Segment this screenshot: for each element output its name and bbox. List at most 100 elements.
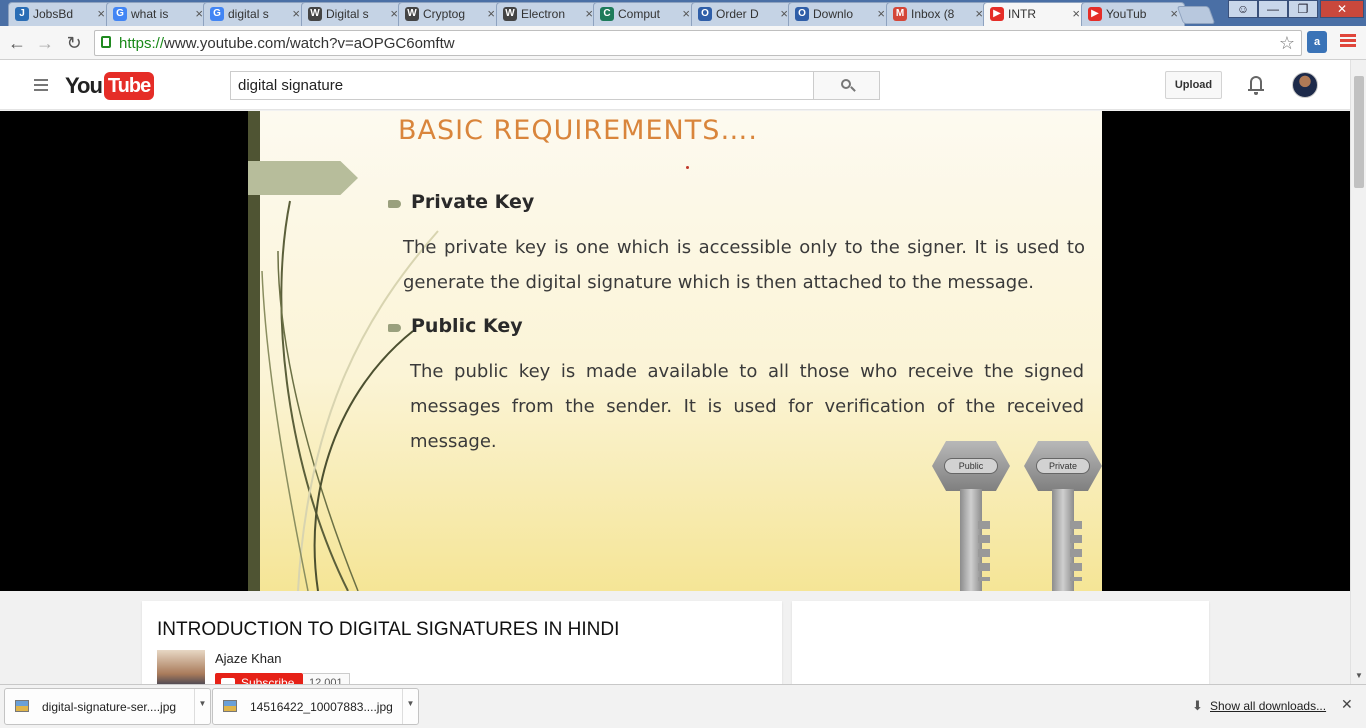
close-tab-icon[interactable]: × [975,6,983,21]
youtube-icon: ▶ [1088,7,1102,21]
browser-tab[interactable]: W Electron × [496,2,600,26]
extension-icon[interactable]: a [1307,31,1327,53]
chevron-down-icon[interactable]: ▼ [194,689,210,724]
close-tab-icon[interactable]: × [780,6,788,21]
close-tab-icon[interactable]: × [1072,6,1080,21]
classroom-icon: C [600,7,614,21]
close-tab-icon[interactable]: × [97,6,105,21]
tab-label: INTR [1008,7,1036,21]
lock-icon [101,36,111,48]
browser-toolbar: ← → ↻ https://www.youtube.com/watch?v=aO… [0,26,1366,60]
minimize-button[interactable]: — [1258,0,1288,18]
close-tab-icon[interactable]: × [487,6,495,21]
user-profile-button[interactable]: ☺ [1228,0,1258,18]
bookmark-star-icon[interactable]: ☆ [1279,33,1295,54]
video-player[interactable]: BASIC REQUIREMENTS…. Private Key The pri… [0,111,1350,591]
wikipedia-icon: W [308,7,322,21]
close-tab-icon[interactable]: × [682,6,690,21]
show-all-downloads-link[interactable]: ⬇ Show all downloads... [1190,698,1326,713]
search-input[interactable]: digital signature [230,71,814,100]
tab-label: Digital s [326,7,369,21]
browser-tab[interactable]: W Digital s × [301,2,405,26]
close-tab-icon[interactable]: × [877,6,885,21]
bullet-icon [388,324,401,332]
close-icon[interactable]: ✕ [1341,696,1353,713]
channel-name-link[interactable]: Ajaze Khan [215,651,282,666]
close-tab-icon[interactable]: × [195,6,203,21]
logo-text-tube: Tube [103,72,155,100]
download-shelf: digital-signature-ser....jpg ▼ 14516422_… [0,684,1366,728]
sidebar-card [792,601,1209,691]
otn-icon: O [698,7,712,21]
slide-arrow-flag [248,161,358,195]
forward-icon[interactable]: → [34,32,56,54]
wikipedia-icon: W [405,7,419,21]
browser-tab[interactable]: O Downlo × [788,2,892,26]
url-text: https://www.youtube.com/watch?v=aOPGC6om… [119,35,455,52]
page-scrollbar[interactable]: ▼ [1350,60,1366,684]
video-title: INTRODUCTION TO DIGITAL SIGNATURES IN HI… [157,619,620,640]
new-tab-button[interactable] [1176,6,1216,24]
wikipedia-icon: W [503,7,517,21]
video-info-card: INTRODUCTION TO DIGITAL SIGNATURES IN HI… [142,601,782,693]
close-tab-icon[interactable]: × [390,6,398,21]
browser-tab[interactable]: J JobsBd × [8,2,112,26]
download-icon: ⬇ [1192,698,1203,713]
avatar[interactable] [1292,72,1318,98]
image-file-icon [15,700,29,712]
tab-label: Downlo [813,7,854,21]
tab-label: digital s [228,7,269,21]
tab-strip: J JobsBd × Gwhat is × Gdigital s × W Digital s × W… [0,0,1366,26]
private-key-heading: Private Key [411,191,535,213]
back-icon[interactable]: ← [6,32,28,54]
chrome-menu-icon[interactable] [1340,34,1356,48]
upload-button[interactable]: Upload [1165,71,1222,99]
key-tag-public: Public [944,458,998,474]
browser-tab[interactable]: W Cryptog × [398,2,502,26]
tab-label: Electron [521,7,566,21]
private-key-text: The private key is one which is accessib… [403,237,1085,293]
download-item[interactable]: 14516422_10007883....jpg ▼ [212,688,419,725]
otn-icon: O [795,7,809,21]
tab-label: Inbox (8 [911,7,955,21]
youtube-header: You Tube digital signature Upload [0,60,1350,110]
close-tab-icon[interactable]: × [292,6,300,21]
close-window-button[interactable]: ✕ [1320,0,1364,18]
tab-label: Cryptog [423,7,466,21]
reload-icon[interactable]: ↻ [63,32,85,54]
browser-tab[interactable]: ▶ YouTub × [1081,2,1185,26]
chevron-down-icon[interactable]: ▼ [402,689,418,724]
browser-tab[interactable]: Gwhat is × [106,2,210,26]
browser-tab[interactable]: C Comput × [593,2,697,26]
public-key-illustration: Public [932,441,1010,591]
download-filename: 14516422_10007883....jpg [250,700,393,714]
search-button[interactable] [813,71,880,100]
browser-tab[interactable]: Gdigital s × [203,2,307,26]
close-tab-icon[interactable]: × [585,6,593,21]
private-key-illustration: Private [1024,441,1102,591]
youtube-icon: ▶ [990,7,1004,21]
tab-label: what is [131,7,169,21]
image-file-icon [223,700,237,712]
notifications-bell-icon[interactable] [1248,75,1264,95]
google-icon: G [210,7,224,21]
public-key-heading: Public Key [411,315,523,337]
jobsbd-icon: J [15,7,29,21]
address-bar[interactable]: https://www.youtube.com/watch?v=aOPGC6om… [94,30,1302,56]
browser-tab[interactable]: O Order D × [691,2,795,26]
slide-title: BASIC REQUIREMENTS…. [398,115,758,146]
scrollbar-thumb[interactable] [1354,76,1364,188]
download-item[interactable]: digital-signature-ser....jpg ▼ [4,688,211,725]
maximize-button[interactable]: ❐ [1288,0,1318,18]
browser-tab[interactable]: M Inbox (8 × [886,2,990,26]
tab-label: Order D [716,7,759,21]
scroll-down-icon[interactable]: ▼ [1355,671,1363,680]
logo-text-you: You [65,73,103,98]
browser-tab[interactable]: ▶ INTR × [983,2,1087,26]
tab-label: JobsBd [33,7,74,21]
gmail-icon: M [893,7,907,21]
youtube-logo[interactable]: You Tube [65,72,155,100]
guide-menu-icon[interactable] [34,79,48,94]
tab-label: YouTub [1106,7,1147,21]
tab-label: Comput [618,7,661,21]
